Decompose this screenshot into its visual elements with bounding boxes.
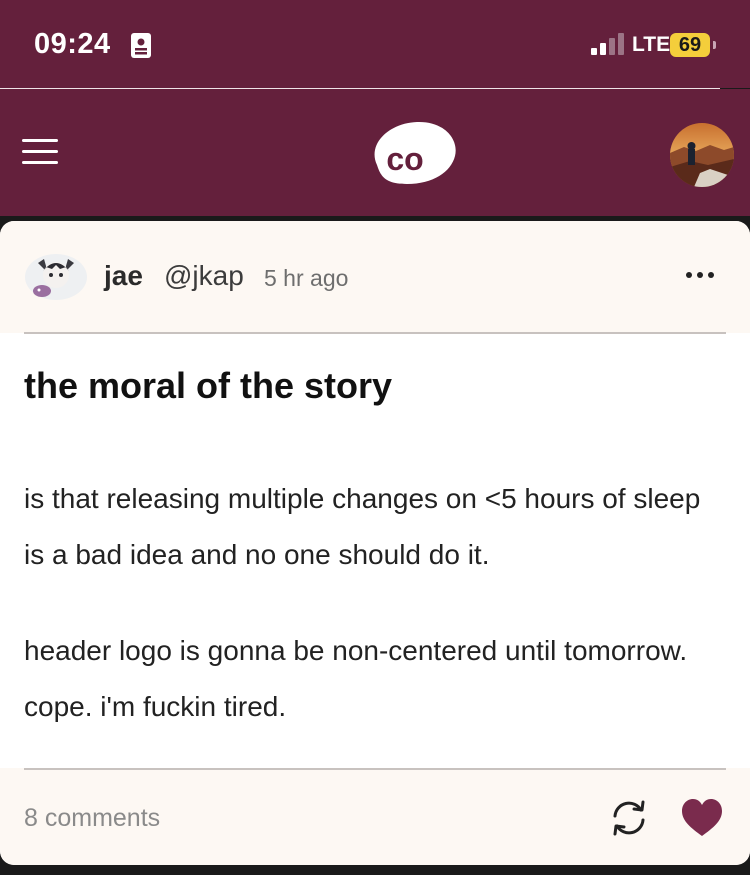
post-header: jae @jkap 5 hr ago	[0, 221, 750, 333]
signal-icon	[591, 33, 624, 55]
post-paragraph-1: is that releasing multiple changes on <5…	[24, 483, 701, 570]
post-paragraph-2: header logo is gonna be non-centered unt…	[24, 635, 688, 722]
cohost-logo[interactable]: co	[367, 120, 457, 186]
author-display-name[interactable]: jae	[104, 260, 143, 292]
status-time: 09:24	[34, 28, 111, 60]
app-header: co	[0, 89, 750, 216]
author-handle[interactable]: @jkap	[164, 260, 244, 292]
more-options-icon[interactable]	[680, 265, 720, 285]
battery-level: 69	[670, 33, 710, 57]
avatar-landscape-icon	[670, 123, 734, 187]
post-card: jae @jkap 5 hr ago the moral of the stor…	[0, 221, 750, 865]
network-type: LTE	[632, 33, 671, 56]
logo-text: co	[386, 141, 423, 177]
comments-link[interactable]: 8 comments	[24, 804, 160, 833]
post-timestamp[interactable]: 5 hr ago	[264, 265, 348, 292]
status-bar: 09:24 LTE 69	[0, 0, 750, 88]
share-icon[interactable]	[607, 796, 651, 840]
menu-icon[interactable]	[22, 137, 58, 167]
post-footer-divider	[24, 768, 726, 770]
post-footer: 8 comments	[0, 768, 750, 865]
post-title: the moral of the story	[24, 365, 393, 406]
author-avatar[interactable]	[24, 253, 88, 301]
like-heart-icon[interactable]	[681, 798, 723, 838]
post-header-divider	[24, 332, 726, 334]
id-card-icon	[131, 33, 151, 58]
user-avatar[interactable]	[670, 123, 734, 187]
battery-cap	[713, 41, 716, 49]
